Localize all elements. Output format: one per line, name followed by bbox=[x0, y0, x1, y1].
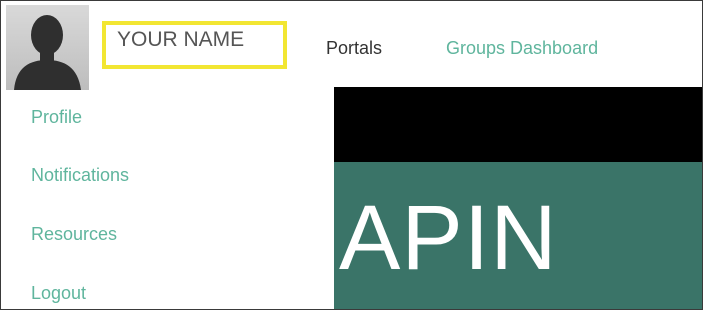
user-name[interactable]: YOUR NAME bbox=[117, 29, 244, 50]
menu-item-resources[interactable]: Resources bbox=[31, 225, 117, 243]
user-silhouette-icon bbox=[14, 15, 81, 90]
menu-item-notifications[interactable]: Notifications bbox=[31, 166, 129, 184]
nav-groups-dashboard-link[interactable]: Groups Dashboard bbox=[446, 39, 598, 57]
menu-item-profile[interactable]: Profile bbox=[31, 108, 82, 126]
avatar[interactable] bbox=[6, 5, 89, 90]
menu-item-logout[interactable]: Logout bbox=[31, 284, 86, 302]
account-panel: YOUR NAME Portals Groups Dashboard Profi… bbox=[0, 0, 703, 310]
nav-portals-link[interactable]: Portals bbox=[326, 39, 382, 57]
banner-top-bar bbox=[334, 87, 702, 162]
banner-title: APIN bbox=[339, 187, 558, 289]
portal-banner[interactable]: APIN bbox=[334, 162, 702, 309]
